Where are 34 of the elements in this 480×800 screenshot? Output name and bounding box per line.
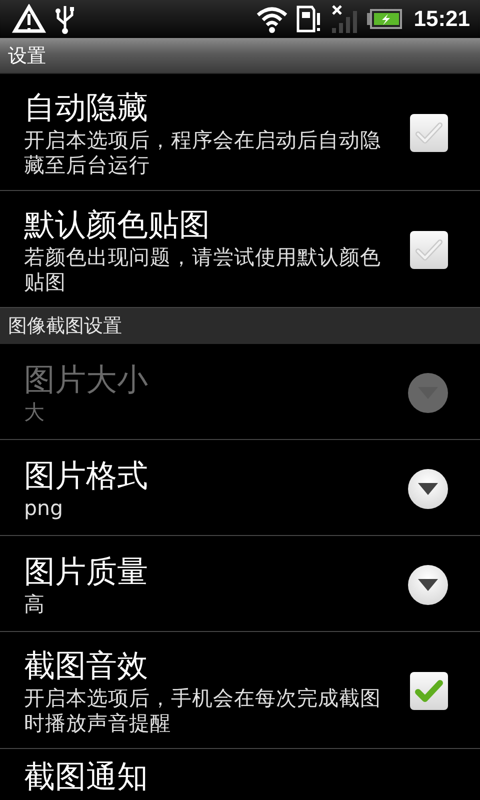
settings-item[interactable]: 图片质量 高	[0, 536, 480, 632]
checkbox[interactable]	[410, 231, 448, 269]
item-title: 截图音效	[24, 647, 149, 686]
checkbox[interactable]	[410, 114, 448, 152]
dropdown-button[interactable]	[408, 564, 448, 604]
item-summary: 开启本选项后，手机会在每次完成截图时播放声音提醒	[24, 686, 382, 736]
usb-icon	[54, 4, 76, 34]
settings-item[interactable]: 图片格式 png	[0, 440, 480, 536]
no-signal-icon	[330, 4, 358, 34]
item-summary: 开启本选项后，程序会在启动后自动隐藏至后台运行	[24, 128, 382, 178]
sim-card-icon	[296, 5, 322, 33]
screen-title: 设置	[8, 44, 46, 68]
item-summary: png	[24, 496, 64, 521]
caret-down-icon	[418, 578, 438, 590]
item-title: 截图通知	[24, 758, 149, 797]
wifi-icon	[256, 5, 288, 33]
section-title: 图像截图设置	[8, 314, 122, 339]
battery-charging-icon	[366, 8, 402, 30]
settings-item[interactable]: 自动隐藏 开启本选项后，程序会在启动后自动隐藏至后台运行	[0, 74, 480, 191]
settings-item[interactable]: 截图通知	[0, 749, 480, 800]
item-title: 图片质量	[24, 553, 149, 592]
clock-time: 15:21	[414, 6, 470, 32]
item-summary: 大	[24, 400, 46, 425]
dropdown-button[interactable]	[408, 468, 448, 508]
item-summary: 高	[24, 592, 46, 617]
item-title: 图片格式	[24, 457, 149, 496]
item-title: 图片大小	[24, 361, 149, 400]
settings-item[interactable]: 截图音效 开启本选项后，手机会在每次完成截图时播放声音提醒	[0, 632, 480, 749]
item-summary: 若颜色出现问题，请尝试使用默认颜色贴图	[24, 245, 382, 295]
checkbox[interactable]	[410, 672, 448, 710]
warning-icon	[12, 4, 46, 34]
caret-down-icon	[418, 482, 438, 494]
item-title: 自动隐藏	[24, 89, 149, 128]
item-title: 默认颜色贴图	[24, 206, 211, 245]
